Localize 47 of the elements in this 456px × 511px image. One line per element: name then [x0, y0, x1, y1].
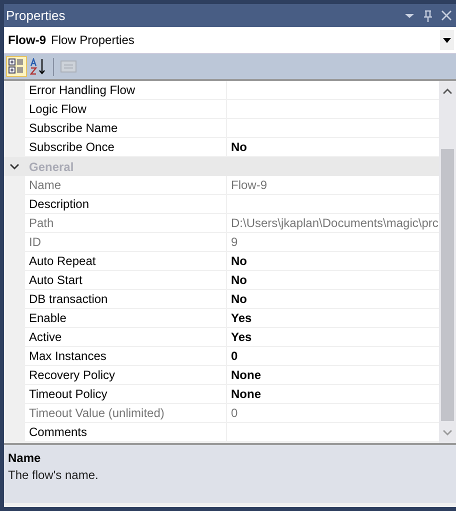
- property-name[interactable]: Active: [25, 328, 227, 347]
- scrollbar-thumb[interactable]: [441, 149, 454, 421]
- pin-icon[interactable]: [423, 10, 433, 22]
- property-value[interactable]: Yes: [227, 309, 439, 328]
- property-name[interactable]: DB transaction: [25, 290, 227, 309]
- categorized-view-icon: [8, 58, 25, 75]
- close-icon[interactable]: [441, 10, 452, 21]
- property-value[interactable]: D:\Users\jkaplan\Documents\magic\prc: [227, 214, 439, 233]
- property-name[interactable]: Comments: [25, 423, 227, 442]
- scroll-up-icon[interactable]: [443, 88, 452, 94]
- property-name[interactable]: Subscribe Once: [25, 138, 227, 157]
- scroll-down-icon[interactable]: [443, 430, 452, 436]
- property-name[interactable]: Timeout Policy: [25, 385, 227, 404]
- property-name[interactable]: Description: [25, 195, 227, 214]
- collapse-chevron-icon[interactable]: [10, 164, 19, 170]
- property-value[interactable]: None: [227, 385, 439, 404]
- property-value[interactable]: Flow-9: [227, 176, 439, 195]
- property-name[interactable]: Path: [25, 214, 227, 233]
- property-value[interactable]: Yes: [227, 328, 439, 347]
- object-selector[interactable]: Flow-9 Flow Properties: [4, 27, 456, 54]
- window-title: Properties: [6, 8, 66, 23]
- property-name[interactable]: Logic Flow: [25, 100, 227, 119]
- property-value[interactable]: None: [227, 366, 439, 385]
- property-name[interactable]: Name: [25, 176, 227, 195]
- description-text: The flow's name.: [8, 468, 100, 482]
- caret-icon: [443, 38, 451, 42]
- scrollbar[interactable]: [439, 81, 456, 443]
- property-pages-icon: [60, 58, 77, 75]
- property-value[interactable]: No: [227, 138, 439, 157]
- property-value[interactable]: 0: [227, 347, 439, 366]
- property-name[interactable]: Auto Repeat: [25, 252, 227, 271]
- property-value[interactable]: No: [227, 271, 439, 290]
- property-value[interactable]: 0: [227, 404, 439, 423]
- property-name[interactable]: Error Handling Flow: [25, 81, 227, 100]
- property-name[interactable]: Max Instances: [25, 347, 227, 366]
- property-name[interactable]: Timeout Value (unlimited): [25, 404, 227, 423]
- property-value[interactable]: No: [227, 290, 439, 309]
- property-value[interactable]: 9: [227, 233, 439, 252]
- description-title: Name: [8, 451, 42, 465]
- property-name[interactable]: ID: [25, 233, 227, 252]
- property-name[interactable]: Auto Start: [25, 271, 227, 290]
- sort-az-icon: [30, 58, 47, 75]
- property-value[interactable]: No: [227, 252, 439, 271]
- toolbar-button[interactable]: [6, 56, 27, 77]
- property-name[interactable]: Recovery Policy: [25, 366, 227, 385]
- property-name[interactable]: Subscribe Name: [25, 119, 227, 138]
- property-name[interactable]: Enable: [25, 309, 227, 328]
